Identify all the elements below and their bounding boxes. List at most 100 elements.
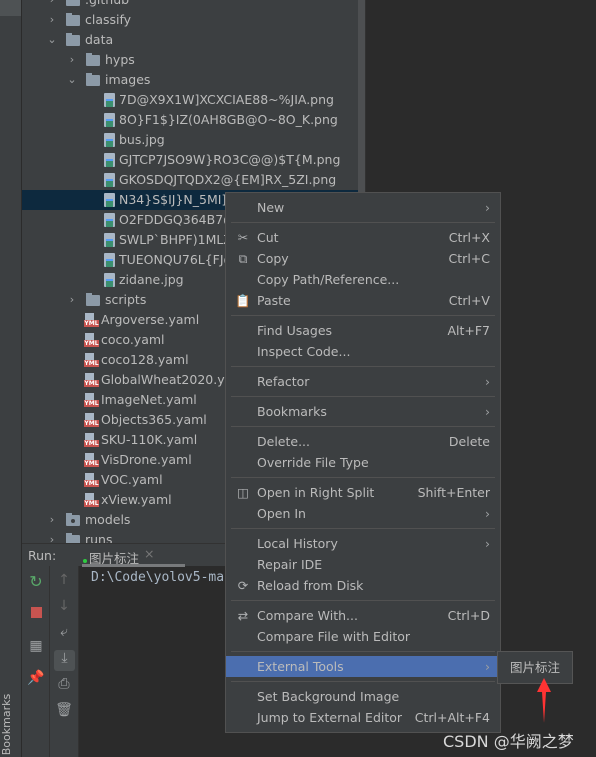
stop-icon[interactable]: [22, 606, 50, 622]
menu-item-label: Local History: [257, 536, 338, 551]
menu-separator: [231, 315, 495, 316]
menu-item-bookmarks[interactable]: Bookmarks ›: [226, 401, 500, 422]
menu-item-label: Compare With...: [257, 608, 358, 623]
menu-item-local-history[interactable]: Local History ›: [226, 533, 500, 554]
menu-item-label: Open In: [257, 506, 306, 521]
chevron-right-icon[interactable]: ›: [66, 290, 78, 310]
menu-separator: [231, 426, 495, 427]
tree-item[interactable]: bus.jpg: [22, 130, 365, 150]
menu-item-inspect-code[interactable]: Inspect Code...: [226, 341, 500, 362]
menu-item-external-tools[interactable]: External Tools ›: [226, 656, 500, 677]
tree-item-label: bus.jpg: [119, 132, 165, 147]
menu-item-paste[interactable]: 📋 Paste Ctrl+V: [226, 290, 500, 311]
menu-item-open-in[interactable]: Open In ›: [226, 503, 500, 524]
menu-item-label: Reload from Disk: [257, 578, 364, 593]
tree-item[interactable]: GJTCP7JSO9W}RO3C@@)$T{M.png: [22, 150, 365, 170]
menu-separator: [231, 366, 495, 367]
menu-item-shortcut: Ctrl+C: [448, 251, 490, 266]
tree-item-label: scripts: [105, 292, 147, 307]
up-arrow-icon[interactable]: ↑: [50, 572, 78, 588]
yaml-file-icon: YML: [84, 313, 99, 327]
chevron-right-icon[interactable]: ›: [46, 10, 58, 30]
menu-item-find-usages[interactable]: Find Usages Alt+F7: [226, 320, 500, 341]
image-file-icon: [104, 233, 115, 247]
soft-wrap-icon[interactable]: ⤶: [50, 624, 78, 640]
bookmarks-side-tab[interactable]: Bookmarks: [0, 694, 13, 755]
menu-item-refactor[interactable]: Refactor ›: [226, 371, 500, 392]
tree-item-label: O2FDDGQ364B7@: [119, 212, 236, 227]
print-icon[interactable]: ⎙: [50, 676, 78, 692]
tree-item[interactable]: › .github: [22, 0, 365, 10]
menu-separator: [231, 600, 495, 601]
folder-icon: [66, 513, 80, 526]
chevron-right-icon: ›: [485, 200, 490, 215]
tree-item-label: ImageNet.yaml: [101, 392, 197, 407]
chevron-right-icon: ›: [485, 374, 490, 389]
chevron-down-icon[interactable]: ⌄: [66, 70, 78, 90]
menu-item-shortcut: Ctrl+V: [448, 293, 490, 308]
yaml-file-icon: YML: [84, 493, 99, 507]
layout-icon[interactable]: ▦: [22, 638, 50, 654]
image-file-icon: [104, 173, 115, 187]
tree-item-label: TUEONQU76L{FJ@: [119, 252, 237, 267]
menu-item-label: Repair IDE: [257, 557, 323, 572]
split-icon: ◫: [237, 485, 249, 500]
menu-item-new[interactable]: New ›: [226, 197, 500, 218]
menu-item-label: New: [257, 200, 285, 215]
chevron-right-icon[interactable]: ›: [46, 0, 58, 10]
menu-item-copy-path-reference[interactable]: Copy Path/Reference...: [226, 269, 500, 290]
tree-item-label: Objects365.yaml: [101, 412, 207, 427]
tree-item[interactable]: ⌄ images: [22, 70, 365, 90]
folder-icon: [86, 293, 100, 306]
pin-icon[interactable]: 📌: [22, 670, 50, 686]
scroll-to-end-icon[interactable]: ⤓: [54, 650, 75, 671]
image-file-icon: [104, 193, 115, 207]
menu-item-compare-file-with-editor[interactable]: Compare File with Editor: [226, 626, 500, 647]
submenu-item-image-annotation[interactable]: 图片标注: [498, 652, 572, 683]
yaml-file-icon: YML: [84, 333, 99, 347]
tree-item[interactable]: › hyps: [22, 50, 365, 70]
yaml-file-icon: YML: [84, 433, 99, 447]
tree-item-label: N34}S$IJ}N_5MI]S: [119, 192, 235, 207]
menu-item-override-file-type[interactable]: Override File Type: [226, 452, 500, 473]
menu-item-set-background-image[interactable]: Set Background Image: [226, 686, 500, 707]
close-icon[interactable]: ×: [144, 546, 154, 561]
menu-item-shortcut: Alt+F7: [447, 323, 490, 338]
tree-item[interactable]: ⌄ data: [22, 30, 365, 50]
tree-item-label: coco128.yaml: [101, 352, 189, 367]
tree-item[interactable]: 8O}F1$}IZ(0AH8GB@O~8O_K.png: [22, 110, 365, 130]
down-arrow-icon[interactable]: ↓: [50, 598, 78, 614]
menu-item-open-in-right-split[interactable]: ◫ Open in Right Split Shift+Enter: [226, 482, 500, 503]
menu-item-reload-from-disk[interactable]: ⟳ Reload from Disk: [226, 575, 500, 596]
tree-item[interactable]: GKOSDQJTQDX2@{EM]RX_5ZI.png: [22, 170, 365, 190]
chevron-right-icon: ›: [485, 506, 490, 521]
tree-item[interactable]: 7D@X9X1W]XCXCIAE88~%JIA.png: [22, 90, 365, 110]
tree-item-label: Argoverse.yaml: [101, 312, 200, 327]
project-tool-tab[interactable]: [0, 0, 21, 16]
menu-separator: [231, 477, 495, 478]
folder-icon: [66, 533, 80, 543]
yaml-file-icon: YML: [84, 373, 99, 387]
menu-item-delete[interactable]: Delete... Delete: [226, 431, 500, 452]
menu-item-label: Find Usages: [257, 323, 333, 338]
trash-icon[interactable]: 🗑: [50, 702, 78, 718]
chevron-right-icon: ›: [485, 536, 490, 551]
menu-item-shortcut: Ctrl+Alt+F4: [414, 710, 490, 725]
tree-item-label: models: [85, 512, 131, 527]
chevron-right-icon[interactable]: ›: [66, 50, 78, 70]
menu-item-jump-to-external-editor[interactable]: Jump to External Editor Ctrl+Alt+F4: [226, 707, 500, 728]
chevron-right-icon[interactable]: ›: [46, 530, 58, 543]
chevron-down-icon[interactable]: ⌄: [46, 30, 58, 50]
menu-item-repair-ide[interactable]: Repair IDE: [226, 554, 500, 575]
chevron-right-icon[interactable]: ›: [46, 510, 58, 530]
menu-item-copy[interactable]: ⧉ Copy Ctrl+C: [226, 248, 500, 269]
console-output: D:\Code\yolov5-ma: [91, 570, 225, 585]
tree-item[interactable]: › classify: [22, 10, 365, 30]
yaml-file-icon: YML: [84, 453, 99, 467]
menu-item-compare-with[interactable]: ⇄ Compare With... Ctrl+D: [226, 605, 500, 626]
menu-item-cut[interactable]: ✂ Cut Ctrl+X: [226, 227, 500, 248]
project-scrollbar[interactable]: [358, 0, 365, 195]
yaml-file-icon: YML: [84, 413, 99, 427]
rerun-icon[interactable]: ↻: [22, 572, 50, 591]
tree-item-label: xView.yaml: [101, 492, 172, 507]
